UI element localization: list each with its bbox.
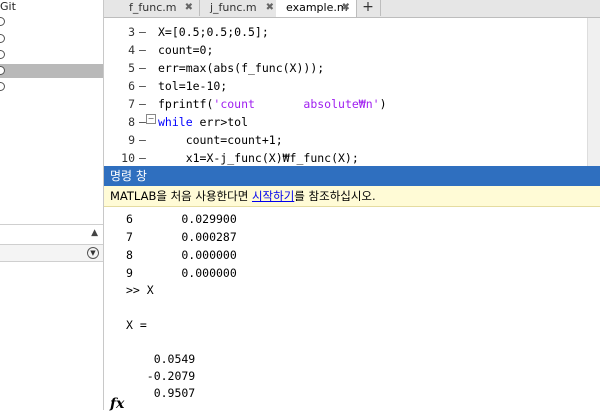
output-line: -0.2079 [126, 369, 196, 383]
tab-f-func[interactable]: f_func.m ✖ [119, 0, 200, 16]
code-line: 5— err=max(abs(f_func(X))); [104, 59, 600, 77]
current-folder-panel: Git ▲ ▼ [0, 0, 104, 410]
output-line: >> X [126, 283, 154, 297]
tab-label: j_func.m [210, 1, 257, 14]
getting-started-link[interactable]: 시작하기 [252, 189, 294, 203]
code-line: 9— count=count+1; [104, 131, 600, 149]
output-line: X = [126, 318, 147, 332]
close-icon[interactable]: ✖ [342, 0, 350, 16]
code-text: x1=X-j_func(X)₩f_func(X); [158, 151, 359, 165]
close-icon[interactable]: ✖ [185, 0, 193, 16]
line-number: 3 [128, 25, 135, 39]
code-line: 4— count=0; [104, 41, 600, 59]
tab-label: f_func.m [129, 1, 177, 14]
file-row-selected[interactable] [0, 64, 103, 78]
collapse-icon[interactable]: ▲ [91, 228, 98, 238]
code-text: ) [379, 97, 387, 111]
tab-j-func[interactable]: j_func.m ✖ [200, 0, 281, 16]
file-status-icon [0, 82, 5, 91]
notice-text: 를 참조하십시오. [294, 189, 376, 203]
add-tab-button[interactable]: + [356, 0, 381, 16]
file-status-icon [0, 34, 5, 43]
code-text: X=[0.5;0.5;0.5]; [158, 25, 269, 39]
line-number: 8 [128, 115, 135, 129]
code-text: tol=1e-10; [158, 79, 228, 93]
output-line: 0.9507 [126, 386, 196, 400]
file-status-icon [0, 66, 5, 75]
code-text: err>tol [192, 115, 249, 129]
file-row[interactable] [0, 48, 103, 62]
code-text: count=count+1; [158, 133, 283, 147]
code-area[interactable]: 3— X=[0.5;0.5;0.5]; 4— count=0; 5— err=m… [104, 18, 600, 166]
code-line: 3— X=[0.5;0.5;0.5]; [104, 23, 600, 41]
code-line: 10— x1=X-j_func(X)₩f_func(X); [104, 149, 600, 167]
panel-menu-icon[interactable]: ▼ [87, 247, 99, 259]
tab-label: example.m [286, 1, 348, 14]
fold-toggle-icon[interactable]: − [146, 114, 156, 124]
editor-scrollbar[interactable] [587, 18, 600, 166]
line-number: 9 [128, 133, 135, 147]
line-number: 4 [128, 43, 135, 57]
code-line: 6— tol=1e-10; [104, 77, 600, 95]
code-text: fprintf( [158, 97, 214, 111]
file-row[interactable] [0, 15, 103, 29]
output-line: 0.0549 [126, 352, 196, 366]
file-status-icon [0, 50, 5, 59]
code-keyword: while [158, 115, 193, 129]
code-text: err=max(abs(f_func(X))); [158, 61, 325, 75]
line-number: 10 [121, 151, 135, 165]
editor-tab-bar: f_func.m ✖ j_func.m ✖ example.m ✖ + [104, 0, 600, 18]
output-line: 7 0.000287 [126, 230, 237, 244]
file-row[interactable] [0, 32, 103, 46]
workspace-panel-header: ▼ [0, 244, 103, 262]
tab-example[interactable]: example.m ✖ [276, 0, 357, 17]
close-icon[interactable]: ✖ [266, 0, 274, 16]
command-window-title-bar: 명령 창 [104, 166, 600, 186]
git-column-header: Git [0, 0, 16, 13]
code-text: count=0; [158, 43, 214, 57]
file-row[interactable] [0, 80, 103, 94]
command-window-title: 명령 창 [110, 169, 147, 183]
details-panel-header: ▲ [0, 224, 103, 245]
line-number: 7 [128, 97, 135, 111]
editor: f_func.m ✖ j_func.m ✖ example.m ✖ + 3— X… [104, 0, 600, 166]
code-line: 7— fprintf('count absolute₩n') [104, 95, 600, 113]
line-number: 5 [128, 61, 135, 75]
getting-started-notice: MATLAB을 처음 사용한다면 시작하기를 참조하십시오. [104, 186, 600, 207]
code-string: 'count absolute₩n' [213, 97, 380, 111]
line-number: 6 [128, 79, 135, 93]
file-status-icon [0, 17, 5, 26]
code-line: 8— while err>tol [104, 113, 600, 131]
notice-text: MATLAB을 처음 사용한다면 [110, 189, 252, 203]
command-window[interactable]: 명령 창 MATLAB을 처음 사용한다면 시작하기를 참조하십시오. 6 0.… [104, 166, 600, 412]
output-line: 9 0.000000 [126, 266, 237, 280]
output-line: 8 0.000000 [126, 248, 237, 262]
output-line: 6 0.029900 [126, 212, 237, 226]
